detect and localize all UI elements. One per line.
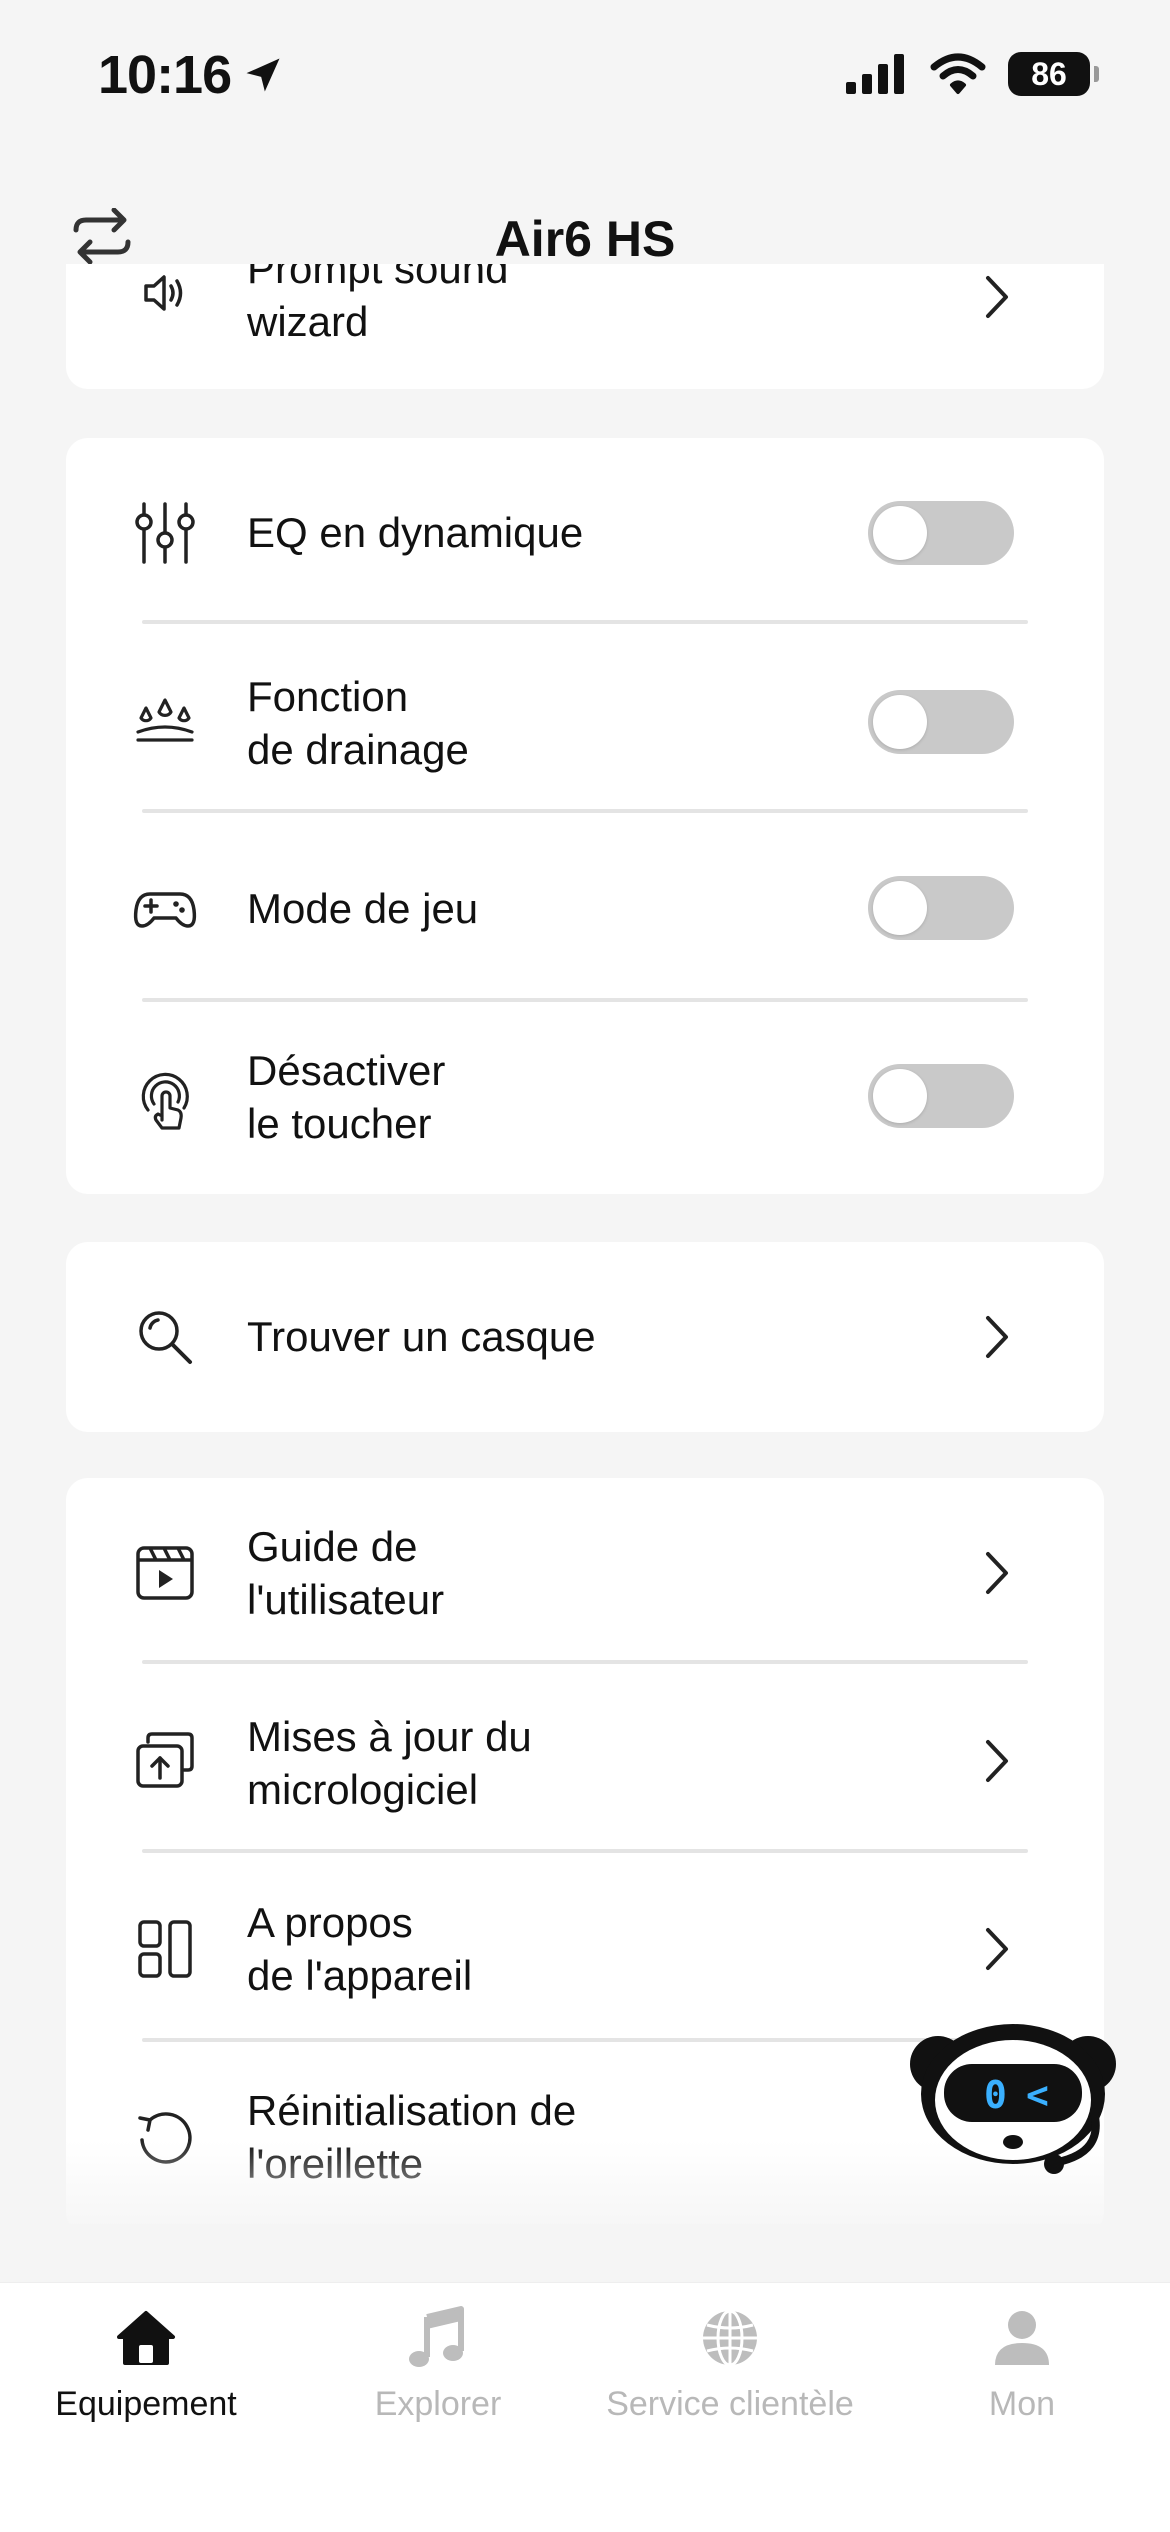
tab-equipement-label: Equipement: [55, 2385, 237, 2423]
status-time: 10:16: [98, 44, 285, 106]
about-device-label: A propos de l'appareil: [247, 1899, 473, 1999]
person-icon: [995, 2311, 1049, 2365]
status-time-text: 10:16: [98, 45, 232, 105]
game-mode-toggle[interactable]: [868, 876, 1014, 940]
find-headset-label: Trouver un casque: [247, 1313, 596, 1360]
reset-earbud-label: Réinitialisation de l'oreillette: [247, 2087, 577, 2187]
divider: [142, 998, 1028, 1002]
battery-indicator: 86: [1008, 52, 1099, 96]
chevron-right-icon: [986, 1740, 1008, 1782]
music-note-icon: [409, 2306, 464, 2367]
game-mode-row: Mode de jeu: [66, 816, 1104, 1006]
bottom-tab-bar: Equipement Explorer Service clientèle Mo…: [0, 2282, 1170, 2532]
cellular-signal-icon: [846, 54, 904, 94]
chevron-right-icon: [986, 1928, 1008, 1970]
equalizer-sliders-icon: [130, 498, 200, 568]
chevron-right-icon: [986, 1316, 1008, 1358]
drainage-row: Fonction de drainage: [66, 628, 1104, 818]
tab-explorer-label: Explorer: [374, 2385, 502, 2423]
user-guide-row[interactable]: Guide de l'utilisateur: [66, 1478, 1104, 1668]
tab-equipement[interactable]: Equipement: [0, 2303, 292, 2424]
status-indicators: 86: [846, 52, 1099, 96]
tab-service-clientele-label: Service clientèle: [606, 2385, 854, 2423]
disable-touch-row: Désactiver le toucher: [66, 1004, 1104, 1194]
tab-service-clientele[interactable]: Service clientèle: [584, 2303, 876, 2424]
svg-text:0: 0: [984, 2073, 1007, 2117]
divider: [142, 2038, 1028, 2042]
reset-icon: [130, 2104, 200, 2174]
divider: [142, 1660, 1028, 1664]
tab-mon[interactable]: Mon: [876, 2303, 1168, 2424]
disable-touch-label: Désactiver le toucher: [247, 1047, 446, 1147]
find-headset-card: Trouver un casque: [66, 1242, 1104, 1432]
firmware-update-label: Mises à jour du micrologiciel: [247, 1713, 532, 1813]
disable-touch-toggle[interactable]: [868, 1064, 1014, 1128]
wifi-icon: [930, 53, 986, 94]
prompt-sound-card: Prompt sound wizard: [66, 264, 1104, 389]
prompt-sound-wizard-row[interactable]: Prompt sound wizard: [66, 264, 1104, 389]
globe-icon: [703, 2309, 757, 2367]
water-drops-icon: [130, 686, 200, 756]
panda-assistant-icon[interactable]: 0 <: [908, 2012, 1118, 2182]
drainage-toggle[interactable]: [868, 690, 1014, 754]
firmware-update-row[interactable]: Mises à jour du micrologiciel: [66, 1668, 1104, 1858]
touch-finger-icon: [130, 1066, 200, 1136]
user-guide-label: Guide de l'utilisateur: [247, 1523, 445, 1623]
status-bar: 10:16 86: [0, 0, 1170, 150]
divider: [142, 620, 1028, 624]
location-arrow-icon: [246, 58, 280, 92]
settings-list[interactable]: Prompt sound wizard EQ en dynamique Fonc…: [0, 264, 1170, 2224]
top-header: Air6 HS: [0, 190, 1170, 270]
gamepad-icon: [130, 874, 200, 944]
toggle-settings-card: EQ en dynamique Fonction de drainage Mod…: [66, 438, 1104, 1194]
page-title: Air6 HS: [494, 211, 676, 267]
battery-level: 86: [1031, 55, 1067, 92]
home-icon: [117, 2311, 175, 2365]
tab-mon-label: Mon: [988, 2385, 1056, 2423]
dynamic-eq-row: EQ en dynamique: [66, 438, 1104, 628]
divider: [142, 809, 1028, 813]
drainage-label: Fonction de drainage: [247, 673, 469, 773]
divider: [142, 1849, 1028, 1853]
svg-text:<: <: [1026, 2073, 1049, 2117]
prompt-sound-wizard-label: Prompt sound wizard: [247, 264, 509, 345]
video-guide-icon: [130, 1538, 200, 1608]
search-icon: [130, 1302, 200, 1372]
find-headset-row[interactable]: Trouver un casque: [66, 1242, 1104, 1432]
firmware-upload-icon: [130, 1726, 200, 1796]
game-mode-label: Mode de jeu: [247, 885, 479, 932]
dynamic-eq-label: EQ en dynamique: [247, 509, 584, 556]
dynamic-eq-toggle[interactable]: [868, 501, 1014, 565]
device-layout-icon: [130, 1914, 200, 1984]
tab-explorer[interactable]: Explorer: [292, 2303, 584, 2424]
speaker-icon: [130, 264, 200, 328]
chevron-right-icon: [986, 1552, 1008, 1594]
chevron-right-icon: [986, 276, 1008, 318]
